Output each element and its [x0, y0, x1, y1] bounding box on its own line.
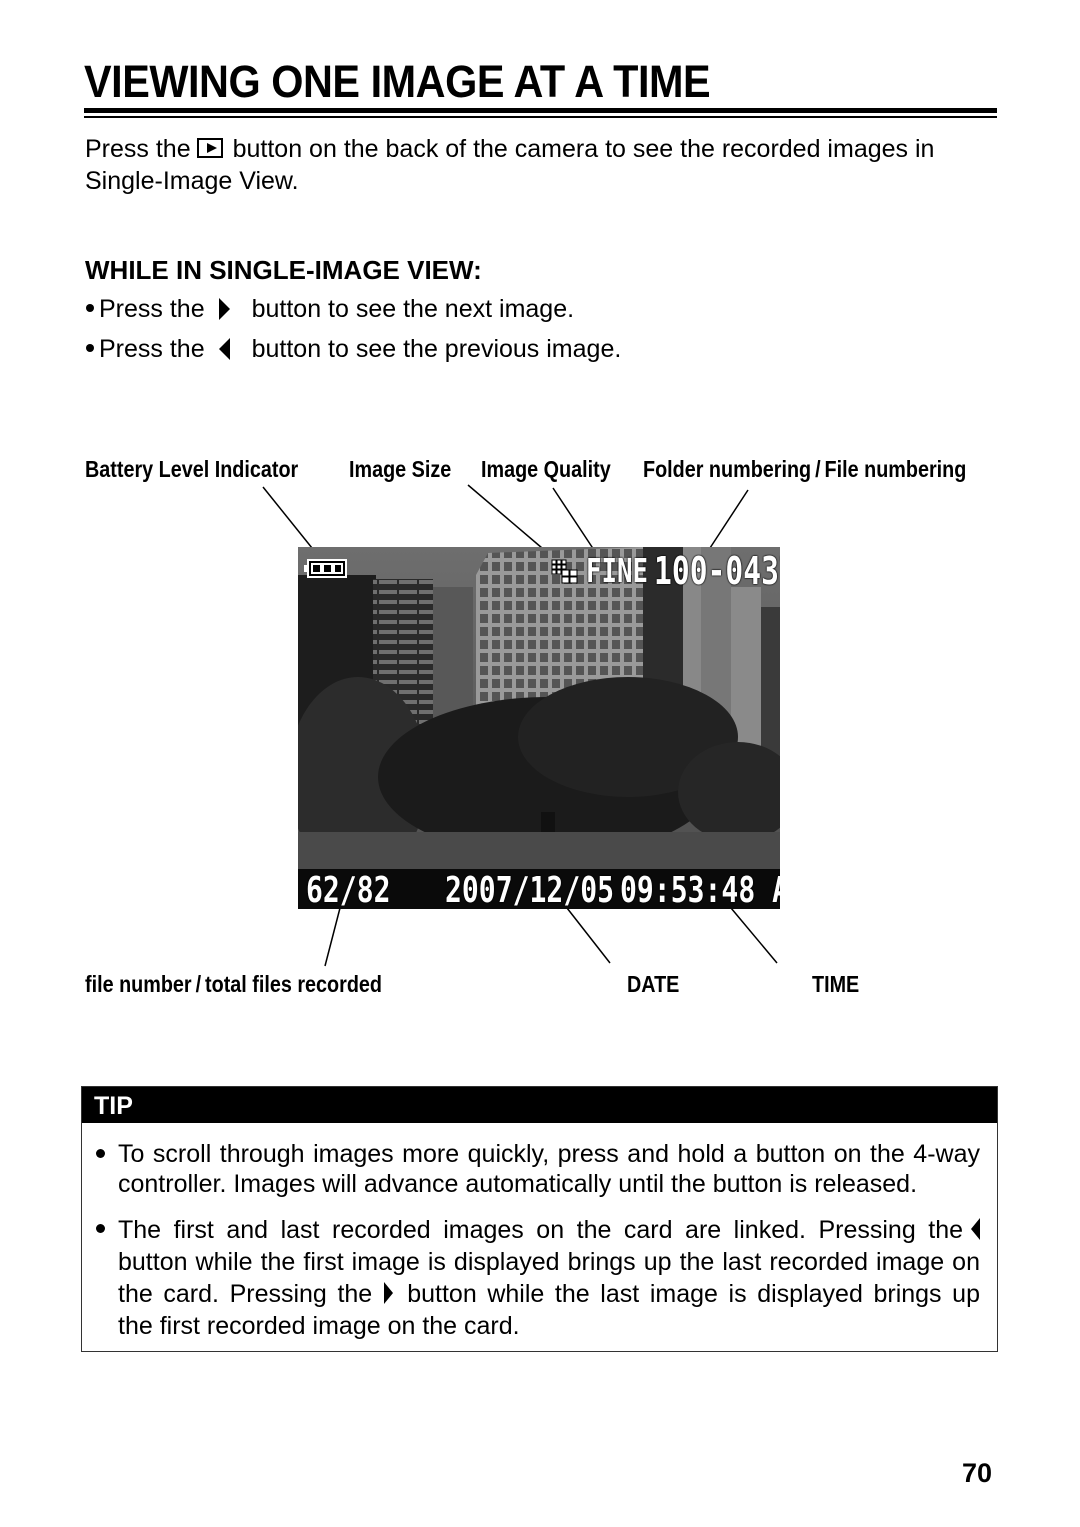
page-number: 70	[962, 1458, 993, 1488]
image-size-icon	[551, 559, 578, 584]
section-heading: WHILE IN SINGLE-IMAGE VIEW:	[85, 255, 482, 285]
right-arrow-icon	[384, 1282, 394, 1304]
leader-date	[566, 907, 611, 964]
intro-text-before: Press the	[85, 135, 191, 163]
bullet-text-before: Press the	[99, 335, 205, 363]
left-arrow-icon	[218, 338, 230, 360]
label-file-count: file number / total files recorded	[85, 971, 382, 997]
leader-battery	[262, 486, 313, 549]
label-folder-file-numbering: Folder numbering / File numbering	[643, 456, 967, 482]
leader-time	[730, 907, 778, 964]
left-arrow-icon	[971, 1218, 980, 1240]
leader-image-quality	[552, 487, 597, 554]
tip-item-linked: The first and last recorded images on th…	[118, 1214, 980, 1342]
page-title: VIEWING ONE IMAGE AT A TIME	[84, 56, 711, 107]
folder-file-number-readout: 100-0437	[654, 549, 780, 593]
tip-item-scroll: To scroll through images more quickly, p…	[118, 1140, 980, 1198]
leader-file-count	[324, 907, 341, 967]
label-date: DATE	[627, 971, 680, 997]
bullet-text-before: Press the	[99, 295, 205, 323]
date-readout: 2007/12/05	[445, 870, 615, 909]
leader-image-size	[467, 484, 543, 549]
camera-screen-image: FINE 100-0437 62/82 2007/12/05 09:53:48 …	[298, 547, 780, 909]
bullet-icon	[86, 304, 94, 312]
bullet-next-image: Press the button to see the next image.	[86, 293, 574, 325]
battery-full-icon	[304, 559, 347, 578]
title-rule-thin	[84, 116, 997, 118]
bullet-previous-image: Press the button to see the previous imag…	[86, 333, 621, 365]
right-arrow-icon	[218, 298, 230, 320]
title-rule-thick	[84, 108, 997, 113]
bullet-icon	[86, 344, 94, 352]
label-time: TIME	[812, 971, 860, 997]
tip-box: TIP To scroll through images more quickl…	[81, 1086, 998, 1352]
leader-folder-file	[709, 489, 749, 549]
bullet-text-after: button to see the previous image.	[251, 335, 622, 363]
scene-photo	[298, 547, 780, 909]
label-image-quality: Image Quality	[481, 456, 611, 482]
bullet-icon	[96, 1224, 105, 1233]
tip-header: TIP	[82, 1087, 997, 1123]
time-readout: 09:53:48 AM	[620, 870, 780, 909]
play-button-icon	[196, 138, 223, 158]
ground	[298, 832, 780, 872]
label-battery-level: Battery Level Indicator	[85, 456, 299, 482]
file-count-readout: 62/82	[306, 870, 391, 909]
image-quality-readout: FINE	[586, 551, 648, 590]
bullet-icon	[96, 1149, 105, 1158]
label-image-size: Image Size	[349, 456, 452, 482]
tip-text-part1: The first and last recorded images on th…	[118, 1216, 963, 1244]
bullet-text-after: button to see the next image.	[251, 295, 575, 323]
intro-paragraph: Press the button on the back of the camer…	[85, 133, 1005, 197]
